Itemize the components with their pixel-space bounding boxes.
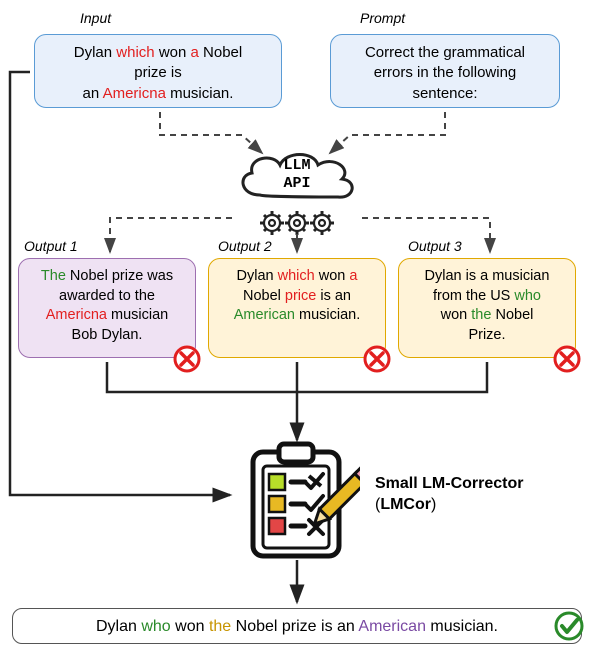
txt: Nobel prize is an — [231, 618, 358, 635]
paren2: ) — [431, 496, 436, 513]
final-output-box: Dylan who won the Nobel prize is an Amer… — [12, 608, 582, 644]
txt: won — [171, 618, 209, 635]
lmcor-bold: Small LM-Corrector — [375, 475, 523, 492]
pur-american: American — [358, 618, 426, 635]
clipboard-icon — [235, 440, 360, 565]
txt: Dylan — [96, 618, 141, 635]
lmcor-name: LMCor — [380, 496, 431, 513]
ok-who: who — [141, 618, 170, 635]
hl-the: the — [209, 618, 231, 635]
accept-icon — [553, 610, 585, 642]
txt: musician. — [426, 618, 498, 635]
lmcor-label: Small LM-Corrector (LMCor) — [375, 474, 523, 516]
